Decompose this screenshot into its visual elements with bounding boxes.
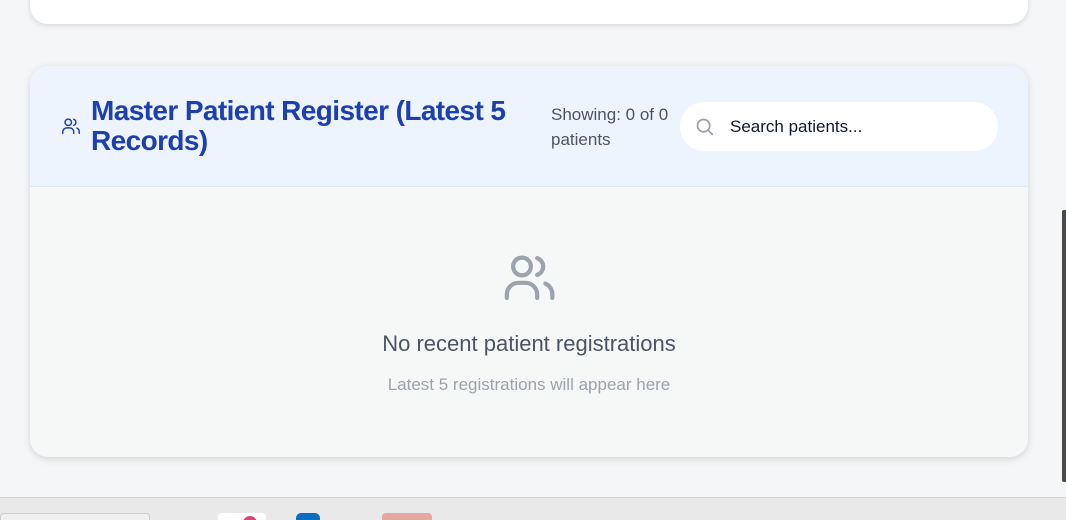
- taskbar-app-icon[interactable]: [382, 513, 432, 520]
- taskbar-app-icon[interactable]: [218, 513, 266, 520]
- users-icon: [62, 118, 80, 135]
- page-title: Master Patient Register (Latest 5 Record…: [91, 95, 506, 156]
- taskbar-app-icon[interactable]: [296, 513, 320, 520]
- app-icon: [243, 516, 257, 520]
- previous-card: [30, 0, 1028, 24]
- search-input[interactable]: [730, 114, 980, 140]
- empty-state-title: No recent patient registrations: [382, 331, 676, 356]
- taskbar-item[interactable]: [0, 513, 150, 520]
- scrollbar-thumb[interactable]: [1062, 210, 1066, 482]
- search-icon: [696, 118, 714, 136]
- showing-count: Showing: 0 of 0 patients: [551, 105, 669, 149]
- users-icon: [504, 255, 555, 301]
- taskbar: [0, 497, 1066, 520]
- search-box[interactable]: [680, 102, 998, 151]
- card-header: Master Patient Register (Latest 5 Record…: [30, 66, 1028, 187]
- empty-state-subtitle: Latest 5 registrations will appear here: [387, 375, 671, 394]
- patient-register-card: Master Patient Register (Latest 5 Record…: [30, 66, 1028, 457]
